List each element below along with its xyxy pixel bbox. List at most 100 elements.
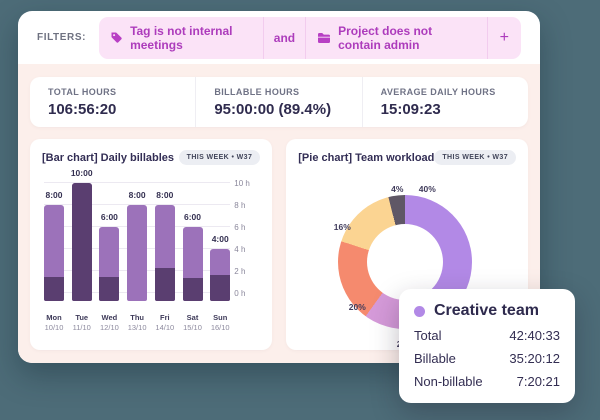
bar-dark-segment: [44, 277, 64, 302]
bar-dark-segment: [99, 277, 119, 302]
bar-value-label: 10:00: [71, 168, 93, 178]
bar-value-label: 6:00: [101, 212, 118, 222]
day-date: 15/10: [183, 323, 202, 333]
tooltip-row-value: 42:40:33: [509, 328, 560, 343]
filter-condition-tag-label: Tag is not internal meetings: [130, 24, 252, 52]
bar-chart-plot: 8:0010:006:008:008:006:004:00 Mon10/10Tu…: [42, 175, 260, 333]
pie-percentage-label: 20%: [349, 302, 366, 312]
tooltip-row-label: Total: [414, 328, 441, 343]
stat-billable-hours: BILLABLE HOURS 95:00:00 (89.4%): [195, 77, 361, 127]
bar-dark-segment: [183, 278, 203, 301]
day-name: Sun: [213, 313, 227, 323]
pie-chart-week-badge: THIS WEEK • W37: [434, 150, 516, 165]
bar-sun[interactable]: [210, 249, 230, 301]
filter-condition-project-label: Project does not contain admin: [338, 24, 476, 52]
bar-column: 4:00: [210, 234, 230, 301]
filter-connector-label: and: [274, 31, 295, 45]
filter-condition-project[interactable]: Project does not contain admin: [306, 17, 488, 59]
bar-dark-segment: [72, 183, 92, 301]
x-axis-label: Thu13/10: [127, 313, 147, 333]
day-date: 14/10: [155, 323, 174, 333]
tooltip-header: Creative team: [414, 302, 560, 320]
tooltip-row-total: Total 42:40:33: [414, 328, 560, 343]
bar-sat[interactable]: [183, 227, 203, 301]
bar-thu[interactable]: [127, 205, 147, 301]
stat-value: 95:00:00 (89.4%): [214, 101, 343, 118]
y-axis-tick: 0 h: [234, 289, 260, 298]
filter-bar: FILTERS: Tag is not internal meetings an…: [18, 11, 540, 64]
add-filter-button[interactable]: +: [488, 17, 521, 59]
filters-label: FILTERS:: [37, 32, 86, 43]
bar-chart-bars: 8:0010:006:008:008:006:004:00: [44, 175, 230, 301]
filter-condition-tag[interactable]: Tag is not internal meetings: [99, 17, 264, 59]
day-name: Sat: [187, 313, 199, 323]
day-date: 13/10: [128, 323, 147, 333]
series-color-dot: [414, 306, 425, 317]
plus-icon: +: [500, 29, 509, 47]
tooltip-row-billable: Billable 35:20:12: [414, 351, 560, 366]
bar-chart-header: [Bar chart] Daily billables THIS WEEK • …: [42, 150, 260, 165]
pie-percentage-label: 40%: [419, 184, 436, 194]
day-date: 11/10: [73, 323, 91, 333]
bar-value-label: 4:00: [212, 234, 229, 244]
bar-chart-x-axis: Mon10/10 Tue11/10 Wed12/10 Thu13/10 Fri14/10…: [44, 313, 230, 333]
bar-chart-title: [Bar chart] Daily billables: [42, 152, 174, 164]
stat-label: AVERAGE DAILY HOURS: [381, 87, 510, 97]
chart-tooltip: Creative team Total 42:40:33 Billable 35…: [399, 289, 575, 403]
tooltip-row-label: Non-billable: [414, 374, 483, 389]
bar-dark-segment: [155, 268, 175, 301]
y-axis-tick: 8 h: [234, 201, 260, 210]
day-date: 12/10: [100, 323, 119, 333]
pie-percentage-label: 16%: [334, 222, 351, 232]
bar-column: 8:00: [155, 190, 175, 301]
stat-value: 15:09:23: [381, 101, 510, 118]
bar-column: 8:00: [44, 190, 64, 301]
bar-dark-segment: [210, 275, 230, 301]
tooltip-row-nonbillable: Non-billable 7:20:21: [414, 374, 560, 389]
tooltip-row-value: 7:20:21: [517, 374, 560, 389]
bar-chart-week-badge: THIS WEEK • W37: [179, 150, 261, 165]
day-name: Wed: [102, 313, 118, 323]
day-name: Tue: [75, 313, 88, 323]
pie-chart-title: [Pie chart] Team workload: [298, 152, 434, 164]
bar-value-label: 8:00: [156, 190, 173, 200]
stats-summary-card: TOTAL HOURS 106:56:20 BILLABLE HOURS 95:…: [30, 77, 528, 127]
bar-value-label: 8:00: [129, 190, 146, 200]
x-axis-label: Tue11/10: [72, 313, 92, 333]
bar-value-label: 8:00: [45, 190, 62, 200]
bar-tue[interactable]: [72, 183, 92, 301]
day-date: 16/10: [211, 323, 230, 333]
x-axis-label: Sat15/10: [183, 313, 203, 333]
y-axis-tick: 10 h: [234, 179, 260, 188]
bar-column: 6:00: [183, 212, 203, 301]
bar-column: 6:00: [99, 212, 119, 301]
day-name: Fri: [160, 313, 170, 323]
bar-column: 8:00: [127, 190, 147, 301]
stat-label: BILLABLE HOURS: [214, 87, 343, 97]
x-axis-label: Fri14/10: [155, 313, 175, 333]
day-name: Thu: [130, 313, 144, 323]
tooltip-row-label: Billable: [414, 351, 456, 366]
stat-total-hours: TOTAL HOURS 106:56:20: [30, 77, 195, 127]
y-axis-tick: 2 h: [234, 267, 260, 276]
bar-column: 10:00: [72, 168, 92, 301]
bar-fri[interactable]: [155, 205, 175, 301]
bar-value-label: 6:00: [184, 212, 201, 222]
x-axis-label: Sun16/10: [210, 313, 230, 333]
bar-mon[interactable]: [44, 205, 64, 301]
y-axis-tick: 4 h: [234, 245, 260, 254]
dashboard-background: FILTERS: Tag is not internal meetings an…: [0, 0, 600, 420]
folder-icon: [317, 32, 331, 44]
pie-chart-header: [Pie chart] Team workload THIS WEEK • W3…: [298, 150, 516, 165]
filter-pill: Tag is not internal meetings and Project…: [99, 17, 521, 59]
bar-wed[interactable]: [99, 227, 119, 301]
filter-connector-and[interactable]: and: [264, 17, 306, 59]
day-date: 10/10: [45, 323, 64, 333]
x-axis-label: Mon10/10: [44, 313, 64, 333]
pie-percentage-label: 4%: [391, 184, 403, 194]
x-axis-label: Wed12/10: [99, 313, 119, 333]
tooltip-title: Creative team: [434, 302, 539, 320]
bar-chart-card: [Bar chart] Daily billables THIS WEEK • …: [30, 139, 272, 350]
y-axis-tick: 6 h: [234, 223, 260, 232]
stat-value: 106:56:20: [48, 101, 177, 118]
